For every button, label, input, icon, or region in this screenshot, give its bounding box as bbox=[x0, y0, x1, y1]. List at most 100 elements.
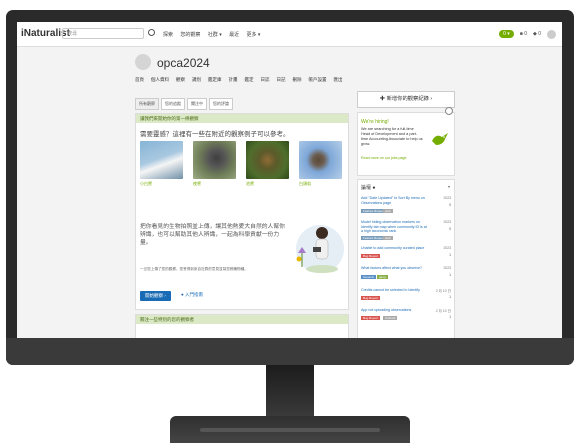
card-header: 讓我們來開始你的第一條觀察 bbox=[136, 114, 348, 123]
nav-community[interactable]: 社群 ▾ bbox=[208, 32, 222, 38]
getting-started-link[interactable]: ● 入門指南 bbox=[181, 292, 203, 298]
thumb-card[interactable]: 池鷺 bbox=[246, 141, 289, 187]
subnav-account-settings[interactable]: 帳戶設置 bbox=[309, 77, 327, 83]
tab-comments[interactable]: 您的評論 bbox=[209, 98, 233, 110]
subnav-library[interactable]: 鑑定庫 bbox=[208, 77, 222, 83]
tab-following[interactable]: 您的追蹤 bbox=[161, 98, 185, 110]
bird-icon bbox=[432, 133, 448, 145]
thumb-label[interactable]: 夜鷺 bbox=[193, 181, 236, 187]
tab-watching[interactable]: 關注中 bbox=[187, 98, 207, 110]
intro-text: 把你看見的生物拍照並上傳，讓其他熱愛大自然的人幫你辨識，也可以幫助其他人辨識，一… bbox=[140, 224, 285, 246]
forum-item-title[interactable]: Add "Date Updated" to Sort By menu on Ob… bbox=[361, 196, 427, 205]
thumb-card[interactable]: 小白鷺 bbox=[140, 141, 183, 187]
forum-item-tag: Bug Report bbox=[361, 316, 381, 320]
dashboard-tabs: 所有觀察 您的追蹤 關注中 您的評論 bbox=[135, 98, 233, 110]
subnav-delete[interactable]: 刪除 bbox=[293, 77, 302, 83]
forum-item-date: 2023 bbox=[443, 196, 451, 200]
messages-icon[interactable]: ■ 0 bbox=[520, 31, 527, 37]
chevron-down-icon[interactable]: ▾ bbox=[448, 184, 450, 189]
subnav-diary[interactable]: 日記 bbox=[277, 77, 286, 83]
forum-item-date: 2023 bbox=[443, 266, 451, 270]
subnav-home[interactable]: 首頁 bbox=[135, 77, 144, 83]
forum-item-tag: Bug Report bbox=[361, 296, 381, 300]
profile-avatar bbox=[135, 54, 151, 70]
nav-explore[interactable]: 探索 bbox=[163, 32, 173, 38]
monitor-base-highlight bbox=[200, 428, 380, 432]
search-icon[interactable] bbox=[148, 29, 155, 36]
forum-item[interactable]: Model hiding observation markers on Iden… bbox=[361, 220, 451, 242]
forum-item-title[interactable]: Model hiding observation markers on Iden… bbox=[361, 220, 427, 234]
thumb-night-heron-image[interactable] bbox=[193, 141, 236, 179]
subnav-journal[interactable]: 日誌 bbox=[261, 77, 270, 83]
forum-item-title[interactable]: Unable to add community curated place bbox=[361, 246, 427, 251]
new-observation-button[interactable]: ✚ 新增你的觀察紀錄 › bbox=[357, 91, 455, 108]
inspiration-text: 需要靈感？這裡有一些在附近的觀察例子可以參考。 bbox=[140, 131, 290, 138]
forum-item-count: 1 bbox=[449, 253, 451, 257]
forum-item-tag: web bbox=[383, 236, 393, 240]
subnav-profile[interactable]: 個人資料 bbox=[151, 77, 169, 83]
forum-item[interactable]: App not uploading observations Bug Repor… bbox=[361, 308, 451, 330]
forum-title: 論壇 ● bbox=[361, 185, 376, 191]
forum-item-tag: Android bbox=[383, 316, 398, 320]
forum-item-count: 0 bbox=[449, 203, 451, 207]
thumb-card[interactable]: 白頭翁 bbox=[299, 141, 342, 187]
top-nav: iNaturalist 搜尋 探索 您的觀察 社群 ▾ 最近 更多 ▾ 0 ▾ … bbox=[17, 22, 562, 47]
main-nav: 探索 您的觀察 社群 ▾ 最近 更多 ▾ bbox=[163, 31, 266, 38]
forum-item-count: 1 bbox=[449, 273, 451, 277]
nav-right: 0 ▾ ■ 0 ◆ 0 bbox=[499, 28, 556, 40]
thumb-label[interactable]: 白頭翁 bbox=[299, 181, 342, 187]
forum-item-count: 0 bbox=[449, 227, 451, 231]
jobs-link[interactable]: Read more on our jobs page bbox=[361, 156, 407, 160]
forum-item-tag: General bbox=[361, 275, 376, 279]
forum-item[interactable]: Add "Date Updated" to Sort By menu on Ob… bbox=[361, 196, 451, 218]
getting-started-card: 讓我們來開始你的第一條觀察 需要靈感？這裡有一些在附近的觀察例子可以參考。 小白… bbox=[135, 113, 349, 310]
thumb-card[interactable]: 夜鷺 bbox=[193, 141, 236, 187]
close-icon[interactable] bbox=[445, 107, 453, 115]
nav-more[interactable]: 更多 ▾ bbox=[247, 32, 261, 38]
forum-item-date: 2023 bbox=[443, 246, 451, 250]
subnav-identify[interactable]: 識別 bbox=[192, 77, 201, 83]
subnav-observations[interactable]: 觀察 bbox=[176, 77, 185, 83]
monitor: iNaturalist 搜尋 探索 您的觀察 社群 ▾ 最近 更多 ▾ 0 ▾ … bbox=[0, 0, 577, 443]
subnav-ids[interactable]: 鑑定 bbox=[245, 77, 254, 83]
start-observing-button[interactable]: 開始觀察 › bbox=[140, 291, 171, 301]
forum-item[interactable]: Credits cannot be selected in Identify B… bbox=[361, 288, 451, 310]
forum-panel: 論壇 ● ▾ Add "Date Updated" to Sort By men… bbox=[357, 179, 455, 338]
hiring-text: We are searching for a full-time Head of… bbox=[361, 127, 423, 146]
subnav-export[interactable]: 匯出 bbox=[334, 77, 343, 83]
thumb-label[interactable]: 小白鷺 bbox=[140, 181, 183, 187]
profile-name: opca2024 bbox=[157, 56, 210, 70]
forum-item-title[interactable]: Credits cannot be selected in Identify bbox=[361, 288, 427, 293]
hiring-banner: We're hiring! We are searching for a ful… bbox=[357, 107, 455, 176]
tab-all[interactable]: 所有觀察 bbox=[135, 98, 159, 110]
forum-item-date: 2 月 10 日 bbox=[435, 289, 451, 293]
thumb-bulbul-image[interactable] bbox=[299, 141, 342, 179]
profile-subnav: 首頁 個人資料 觀察 識別 鑑定庫 計畫 鑑定 日誌 日記 刪除 帳戶設置 匯出 bbox=[135, 77, 445, 83]
monitor-stand-neck bbox=[266, 365, 314, 417]
forum-item-title[interactable]: App not uploading observations bbox=[361, 308, 427, 313]
upload-badge[interactable]: 0 ▾ bbox=[499, 30, 514, 38]
search-input[interactable]: 搜尋 bbox=[62, 28, 144, 39]
follow-card: 關注一些特別的您的觀察者 bbox=[135, 314, 349, 338]
nav-your-observations[interactable]: 您的觀察 bbox=[180, 32, 200, 38]
thumb-label[interactable]: 池鷺 bbox=[246, 181, 289, 187]
forum-item-tag: Bug Report bbox=[361, 254, 381, 258]
thumb-pond-heron-image[interactable] bbox=[246, 141, 289, 179]
follow-card-header: 關注一些特別的您的觀察者 bbox=[136, 315, 348, 324]
user-avatar[interactable] bbox=[547, 29, 556, 39]
forum-item-date: 2 月 10 日 bbox=[435, 309, 451, 313]
forum-item[interactable]: Unable to add community curated place Bu… bbox=[361, 246, 451, 268]
notifications-icon[interactable]: ◆ 0 bbox=[533, 31, 541, 37]
subnav-projects[interactable]: 計畫 bbox=[229, 77, 238, 83]
forum-item-date: 2023 bbox=[443, 220, 451, 224]
forum-item-tag: web bbox=[383, 209, 393, 213]
monitor-chin bbox=[6, 338, 574, 365]
forum-item[interactable]: What factors affect what you observe? Ge… bbox=[361, 266, 451, 288]
nav-recent[interactable]: 最近 bbox=[229, 32, 239, 38]
forum-item-count: 1 bbox=[449, 295, 451, 299]
forum-item-title[interactable]: What factors affect what you observe? bbox=[361, 266, 427, 271]
intro-note: 一旦您上傳了您的觀察，您會得到來自社群的意見並幫您辨識物種。 bbox=[140, 267, 248, 271]
screen: iNaturalist 搜尋 探索 您的觀察 社群 ▾ 最近 更多 ▾ 0 ▾ … bbox=[17, 22, 562, 338]
forum-item-tag: geog bbox=[377, 275, 388, 279]
thumb-egret-image[interactable] bbox=[140, 141, 183, 179]
